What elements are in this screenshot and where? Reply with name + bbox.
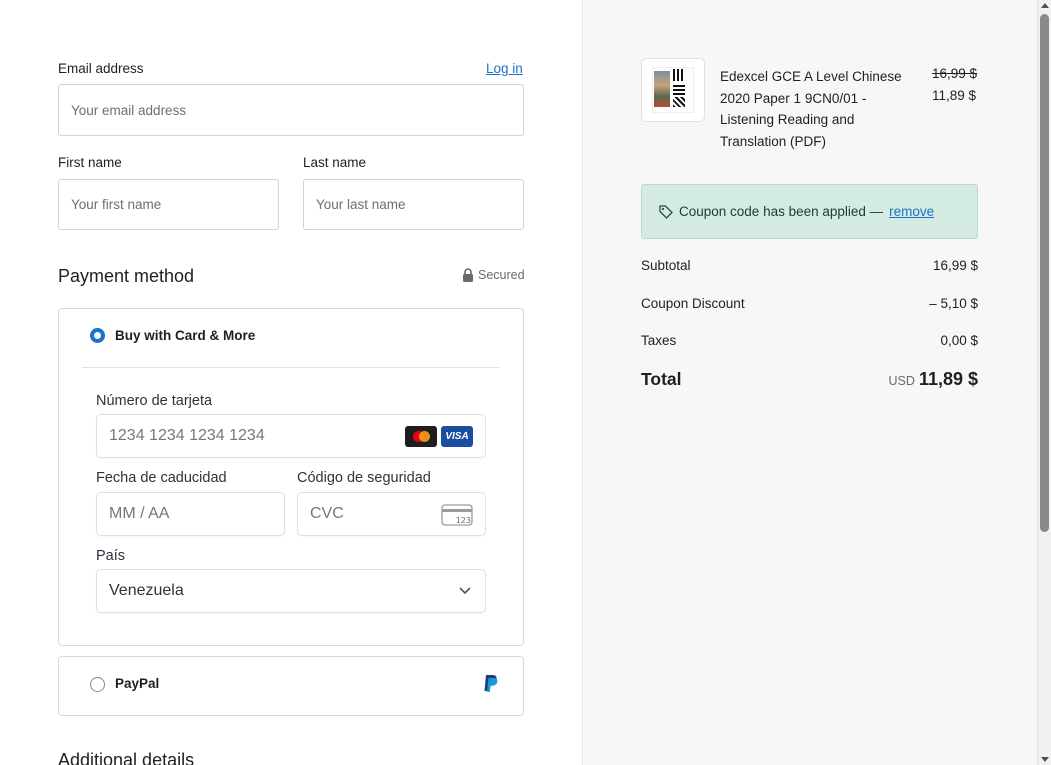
- cvc-input[interactable]: CVC 123: [297, 492, 486, 536]
- login-link[interactable]: Log in: [486, 61, 523, 76]
- cvc-label: Código de seguridad: [297, 470, 431, 486]
- chevron-down-icon: [459, 587, 471, 595]
- scroll-up-arrow-icon[interactable]: [1041, 3, 1049, 8]
- country-value: Venezuela: [109, 582, 184, 599]
- coupon-remove-link[interactable]: remove: [889, 204, 934, 219]
- scrollbar-thumb[interactable]: [1040, 14, 1049, 532]
- card-option-label: Buy with Card & More: [115, 328, 256, 343]
- scroll-down-arrow-icon[interactable]: [1041, 757, 1049, 762]
- first-name-input[interactable]: Your first name: [58, 179, 279, 230]
- total-value-group: USD 11,89 $: [889, 369, 978, 390]
- subtotal-row: Subtotal 16,99 $: [641, 258, 978, 273]
- card-option-radio[interactable]: [90, 328, 105, 343]
- expiry-label: Fecha de caducidad: [96, 470, 227, 486]
- product-thumbnail: [641, 58, 705, 122]
- lock-icon: [463, 268, 473, 282]
- paypal-icon: [484, 675, 498, 692]
- discount-row: Coupon Discount – 5,10 $: [641, 296, 978, 311]
- total-amount: 11,89 $: [918, 369, 978, 389]
- currency-code: USD: [888, 374, 915, 388]
- expiry-input[interactable]: MM / AA: [96, 492, 285, 536]
- cvc-card-icon: 123: [441, 504, 473, 526]
- taxes-row: Taxes 0,00 $: [641, 333, 978, 348]
- tag-icon: [659, 204, 673, 219]
- country-select[interactable]: Venezuela: [96, 569, 486, 613]
- first-name-label: First name: [58, 155, 122, 170]
- svg-text:123: 123: [456, 516, 471, 525]
- visa-icon: VISA: [441, 426, 473, 447]
- product-new-price: 11,89 $: [932, 88, 977, 103]
- payment-method-title: Payment method: [58, 266, 195, 286]
- email-label: Email address: [58, 61, 144, 76]
- total-label: Total: [641, 369, 682, 389]
- mastercard-icon: [405, 426, 437, 447]
- discount-value: – 5,10 $: [929, 296, 978, 311]
- discount-label: Coupon Discount: [641, 296, 745, 311]
- paypal-option-radio[interactable]: [90, 677, 105, 692]
- additional-details-title: Additional details: [58, 750, 195, 765]
- last-name-placeholder: Your last name: [316, 197, 406, 212]
- paypal-option-label: PayPal: [115, 676, 160, 691]
- total-row: Total USD 11,89 $: [641, 369, 978, 390]
- product-title: Edexcel GCE A Level Chinese 2020 Paper 1…: [720, 69, 902, 149]
- card-brand-logos: VISA: [405, 426, 473, 447]
- scrollbar[interactable]: [1037, 0, 1051, 765]
- divider: [82, 367, 500, 368]
- card-number-label: Número de tarjeta: [96, 393, 213, 409]
- country-label: País: [96, 548, 126, 564]
- coupon-text: Coupon code has been applied —: [679, 204, 884, 219]
- last-name-label: Last name: [303, 155, 367, 170]
- subtotal-label: Subtotal: [641, 258, 691, 273]
- email-placeholder: Your email address: [71, 102, 187, 118]
- subtotal-value: 16,99 $: [932, 258, 978, 273]
- email-input[interactable]: Your email address: [58, 84, 524, 136]
- card-number-placeholder: 1234 1234 1234 1234: [109, 427, 265, 444]
- taxes-value: 0,00 $: [940, 333, 978, 348]
- card-number-input[interactable]: 1234 1234 1234 1234 VISA: [96, 414, 486, 458]
- secured-text: Secured: [478, 268, 525, 282]
- last-name-input[interactable]: Your last name: [303, 179, 524, 230]
- coupon-applied-banner: Coupon code has been applied — remove: [641, 184, 978, 239]
- secured-badge: Secured: [462, 268, 525, 282]
- cvc-placeholder: CVC: [310, 505, 344, 522]
- taxes-label: Taxes: [641, 333, 677, 348]
- product-old-price: 16,99 $: [932, 66, 978, 81]
- expiry-placeholder: MM / AA: [109, 505, 170, 522]
- first-name-placeholder: Your first name: [71, 197, 162, 212]
